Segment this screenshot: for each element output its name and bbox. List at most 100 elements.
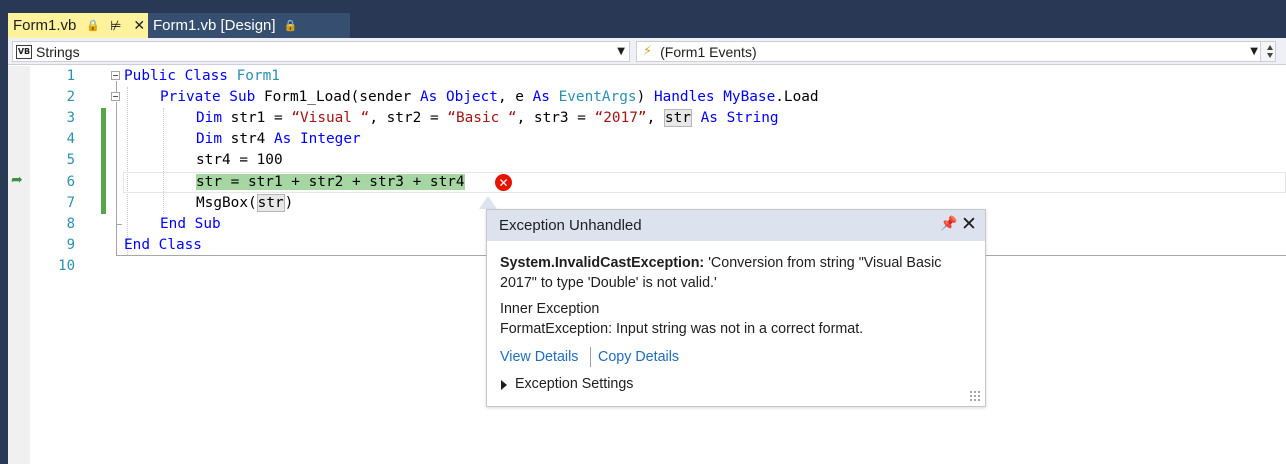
exception-statement-highlight: str = str1 + str2 + str3 + str4 [196, 174, 465, 190]
identifier: .Load [775, 89, 819, 105]
keyword: MyBase [723, 89, 776, 105]
outline-line [116, 102, 117, 255]
identifier: , e [497, 89, 524, 105]
identifier: str4 [230, 131, 266, 147]
indent-guide [163, 108, 164, 214]
keyword: As [419, 89, 438, 105]
line-number: 3 [66, 110, 75, 126]
line-number: 9 [66, 237, 75, 253]
inner-exception-label: Inner Exception [500, 301, 600, 317]
navigation-bar: VB Strings ▼ ⚡ (Form1 Events) ▼ [8, 38, 1286, 65]
class-name: Form1 [236, 68, 280, 84]
indent-guide [127, 87, 128, 255]
line-number: 7 [66, 195, 75, 211]
next-statement-arrow-icon[interactable]: ➦ [11, 172, 23, 188]
keyword: As [700, 110, 718, 126]
popup-header: Exception Unhandled 📌 ✕ [487, 210, 985, 241]
code-line-3[interactable]: Dim str1 = “Visual “, str2 = “Basic “, s… [196, 108, 779, 129]
chevron-down-icon: ▼ [1250, 46, 1258, 57]
vb-file-icon: VB [16, 44, 32, 59]
highlighted-identifier: str [663, 109, 692, 127]
close-icon[interactable]: ✕ [133, 17, 145, 34]
link-separator [590, 347, 591, 367]
string-literal: “2017” [594, 110, 647, 126]
split-window-button[interactable] [1260, 41, 1276, 62]
change-tracking-bar [101, 108, 106, 214]
line-number: 4 [66, 131, 75, 147]
inner-exception-message: FormatException: Input string was not in… [500, 321, 864, 337]
code-line-8[interactable]: End Sub [160, 214, 221, 235]
close-icon[interactable]: ✕ [961, 213, 977, 235]
code-line-5[interactable]: str4 = 100 [196, 150, 283, 171]
identifier: , str2 = [369, 110, 439, 126]
highlighted-identifier: str [256, 194, 285, 212]
collapse-class-icon[interactable] [111, 71, 120, 80]
outline-line [116, 81, 117, 92]
keyword: Public Class [124, 68, 228, 84]
line-number: 6 [66, 174, 75, 190]
exception-type: System.InvalidCastException: [500, 255, 705, 271]
lock-icon: 🔒 [86, 20, 101, 32]
identifier: str1 = [230, 110, 283, 126]
pin-icon[interactable]: 📌 [940, 216, 957, 232]
pin-icon[interactable]: ⊭ [110, 18, 121, 34]
line-number: 1 [66, 68, 75, 84]
glyph-margin[interactable] [8, 66, 30, 464]
code-line-7[interactable]: MsgBox(str) [196, 193, 293, 214]
exception-helper-popup: Exception Unhandled 📌 ✕ System.InvalidCa… [486, 209, 986, 407]
expand-triangle-icon[interactable] [501, 380, 507, 390]
exception-message: System.InvalidCastException: 'Conversion… [500, 253, 970, 293]
view-details-link[interactable]: View Details [500, 349, 578, 365]
code-line-6[interactable]: str = str1 + str2 + str3 + str4 [196, 172, 465, 193]
keyword: Dim [196, 131, 222, 147]
lock-icon: 🔒 [283, 20, 298, 32]
identifier: Form1_Load(sender [263, 89, 412, 105]
popup-title: Exception Unhandled [499, 217, 642, 234]
error-icon[interactable]: ✕ [495, 174, 512, 191]
keyword: As [274, 131, 292, 147]
tab-label: Form1.vb [Design] [153, 17, 276, 34]
class-dropdown[interactable]: VB Strings ▼ [12, 41, 630, 62]
keyword: Private Sub [160, 89, 256, 105]
code-line-9[interactable]: End Class [124, 235, 202, 256]
window-frame-left [0, 38, 8, 464]
statement: str4 = 100 [196, 152, 283, 168]
code-line-2[interactable]: Private Sub Form1_Load(sender As Object,… [160, 87, 819, 108]
type-name: EventArgs [558, 89, 637, 105]
tab-form1-vb-design[interactable]: Form1.vb [Design] 🔒 [148, 13, 350, 38]
tab-label: Form1.vb [13, 17, 77, 34]
outline-line [116, 224, 122, 225]
keyword: Handles [653, 89, 715, 105]
type-name: Integer [300, 131, 361, 147]
punctuation: ) [636, 89, 646, 105]
keyword: As [532, 89, 550, 105]
popup-pointer [479, 196, 497, 209]
keyword: Dim [196, 110, 222, 126]
string-literal: “Basic “ [447, 110, 517, 126]
type-name: String [726, 110, 779, 126]
resize-grip-icon[interactable] [969, 390, 981, 402]
code-line-1[interactable]: Public Class Form1 [124, 66, 280, 87]
line-number: 8 [66, 216, 75, 232]
member-dropdown[interactable]: ⚡ (Form1 Events) ▼ [636, 41, 1263, 62]
class-dropdown-value: Strings [36, 43, 80, 60]
chevron-down-icon: ▼ [617, 46, 625, 57]
lightning-icon: ⚡ [643, 44, 653, 59]
collapse-sub-icon[interactable] [111, 92, 120, 101]
exception-settings-toggle[interactable]: Exception Settings [515, 376, 633, 392]
keyword: End Sub [160, 216, 221, 232]
string-literal: “Visual “ [291, 110, 370, 126]
keyword: End Class [124, 237, 202, 253]
line-number: 2 [66, 89, 75, 105]
line-number: 5 [66, 152, 75, 168]
type-name: Object [445, 89, 498, 105]
tab-form1-vb[interactable]: Form1.vb 🔒 ⊭ ✕ [8, 13, 148, 38]
copy-details-link[interactable]: Copy Details [598, 349, 679, 365]
member-dropdown-value: (Form1 Events) [660, 43, 757, 60]
code-line-4[interactable]: Dim str4 As Integer [196, 129, 361, 150]
identifier: MsgBox( [196, 195, 257, 211]
punctuation: ) [284, 195, 294, 211]
line-number: 10 [58, 258, 75, 274]
identifier: , str3 = [516, 110, 586, 126]
punctuation: , [646, 110, 656, 126]
